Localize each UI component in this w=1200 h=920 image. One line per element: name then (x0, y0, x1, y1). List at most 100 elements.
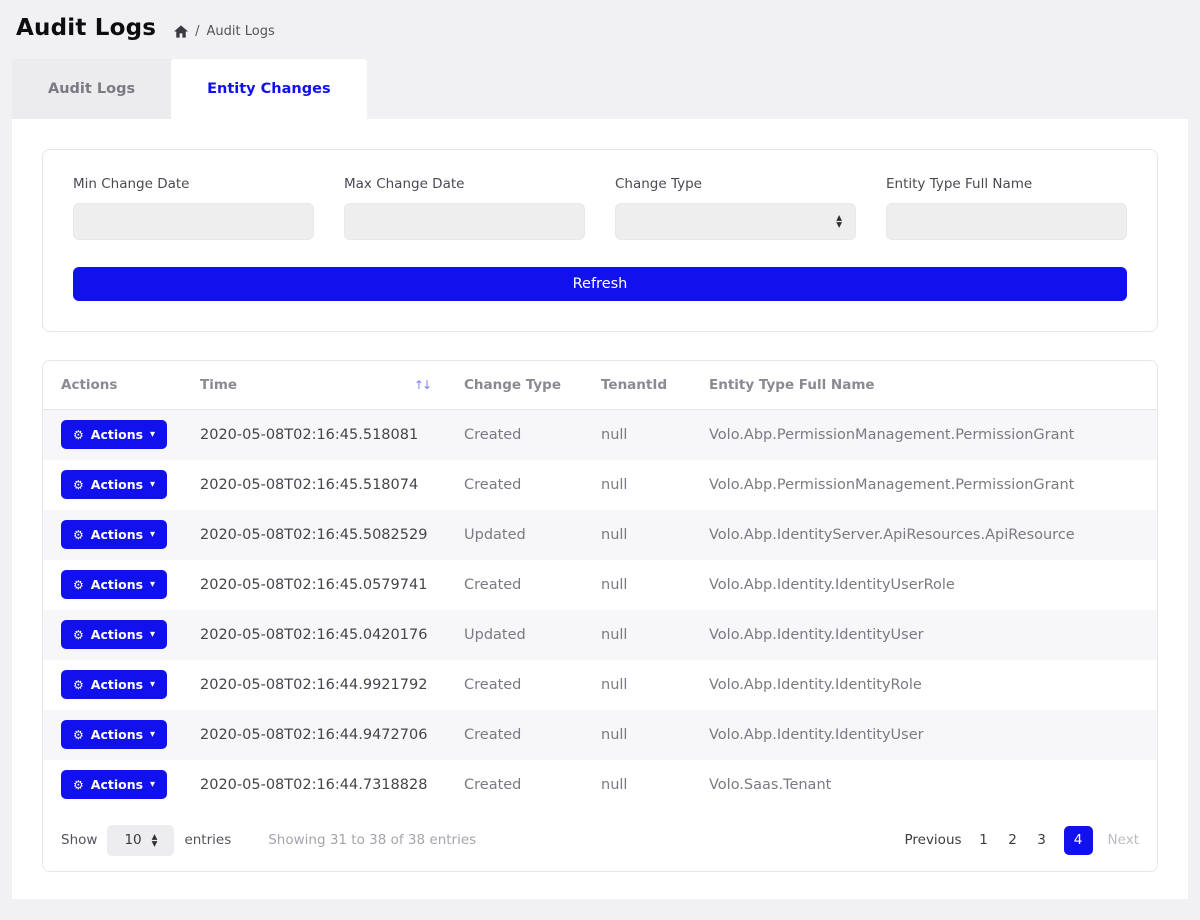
cell-entity-type: Volo.Abp.IdentityServer.ApiResources.Api… (699, 510, 1157, 560)
cell-entity-type: Volo.Saas.Tenant (699, 760, 1157, 810)
row-actions-button[interactable]: ⚙Actions▾ (61, 770, 167, 799)
sort-icon[interactable]: ↑↓ (414, 378, 430, 392)
cell-change-type: Created (454, 410, 591, 460)
pagination: Previous 1 2 3 4 Next (904, 826, 1139, 855)
cell-time: 2020-05-08T02:16:44.9472706 (190, 710, 454, 760)
filter-field-change-type: Change Type ▲▼ (615, 176, 856, 240)
min-change-date-input[interactable] (73, 203, 314, 240)
tab-bar: Audit Logs Entity Changes (12, 59, 1188, 119)
caret-down-icon: ▾ (150, 480, 155, 490)
table-header-row: Actions Time ↑↓ Change Type TenantId Ent… (43, 361, 1157, 410)
pagination-page-1[interactable]: 1 (977, 832, 991, 848)
filter-field-entity-type-full-name: Entity Type Full Name (886, 176, 1127, 240)
change-type-select[interactable]: ▲▼ (615, 203, 856, 240)
cell-change-type: Created (454, 460, 591, 510)
cell-change-type: Created (454, 560, 591, 610)
page-title: Audit Logs (16, 15, 156, 41)
page-size-select[interactable]: 10 ▲▼ (107, 825, 174, 856)
caret-down-icon: ▾ (150, 630, 155, 640)
table-footer: Show 10 ▲▼ entries Showing 31 to 38 of 3… (43, 810, 1157, 871)
filter-field-min-change-date: Min Change Date (73, 176, 314, 240)
showing-entries-status: Showing 31 to 38 of 38 entries (268, 832, 476, 848)
cell-change-type: Created (454, 710, 591, 760)
entity-changes-table: Actions Time ↑↓ Change Type TenantId Ent… (43, 361, 1157, 810)
page-size-value: 10 (124, 832, 141, 848)
breadcrumb-current: Audit Logs (207, 24, 275, 39)
filter-field-max-change-date: Max Change Date (344, 176, 585, 240)
cell-tenant-id: null (591, 510, 699, 560)
pagination-next[interactable]: Next (1108, 832, 1139, 848)
pagination-page-4-active[interactable]: 4 (1064, 826, 1093, 855)
row-actions-button[interactable]: ⚙Actions▾ (61, 720, 167, 749)
cell-tenant-id: null (591, 560, 699, 610)
cell-time: 2020-05-08T02:16:45.518074 (190, 460, 454, 510)
row-actions-button[interactable]: ⚙Actions▾ (61, 470, 167, 499)
caret-down-icon: ▾ (150, 780, 155, 790)
filter-row: Min Change Date Max Change Date Change T… (73, 176, 1127, 240)
row-actions-button[interactable]: ⚙Actions▾ (61, 670, 167, 699)
gear-icon: ⚙ (73, 529, 84, 541)
cell-time: 2020-05-08T02:16:45.0579741 (190, 560, 454, 610)
show-label: Show (61, 832, 97, 848)
row-actions-button[interactable]: ⚙Actions▾ (61, 420, 167, 449)
breadcrumb: / Audit Logs (174, 18, 275, 39)
cell-entity-type: Volo.Abp.Identity.IdentityUserRole (699, 560, 1157, 610)
row-actions-button[interactable]: ⚙Actions▾ (61, 620, 167, 649)
cell-tenant-id: null (591, 610, 699, 660)
table-row: ⚙Actions▾ 2020-05-08T02:16:44.7318828 Cr… (43, 760, 1157, 810)
caret-down-icon: ▾ (150, 530, 155, 540)
table-row: ⚙Actions▾ 2020-05-08T02:16:45.0420176 Up… (43, 610, 1157, 660)
pagination-page-3[interactable]: 3 (1035, 832, 1049, 848)
cell-change-type: Updated (454, 510, 591, 560)
entity-changes-tab-content: Min Change Date Max Change Date Change T… (12, 119, 1188, 899)
entity-type-full-name-label: Entity Type Full Name (886, 176, 1127, 192)
table-row: ⚙Actions▾ 2020-05-08T02:16:45.5082529 Up… (43, 510, 1157, 560)
cell-change-type: Updated (454, 610, 591, 660)
page-header: Audit Logs / Audit Logs (0, 0, 1200, 51)
pagination-previous[interactable]: Previous (904, 832, 961, 848)
cell-tenant-id: null (591, 760, 699, 810)
pagination-page-2[interactable]: 2 (1006, 832, 1020, 848)
cell-entity-type: Volo.Abp.PermissionManagement.Permission… (699, 410, 1157, 460)
change-type-label: Change Type (615, 176, 856, 192)
main-panel: Audit Logs Entity Changes Min Change Dat… (12, 59, 1188, 899)
column-header-time-label: Time (200, 377, 237, 393)
table-row: ⚙Actions▾ 2020-05-08T02:16:45.518081 Cre… (43, 410, 1157, 460)
column-header-time[interactable]: Time ↑↓ (190, 361, 454, 410)
cell-entity-type: Volo.Abp.Identity.IdentityUser (699, 710, 1157, 760)
cell-time: 2020-05-08T02:16:44.9921792 (190, 660, 454, 710)
refresh-button[interactable]: Refresh (73, 267, 1127, 301)
entries-label: entries (184, 832, 231, 848)
max-change-date-label: Max Change Date (344, 176, 585, 192)
cell-entity-type: Volo.Abp.Identity.IdentityUser (699, 610, 1157, 660)
entity-changes-table-card: Actions Time ↑↓ Change Type TenantId Ent… (42, 360, 1158, 872)
select-arrows-icon: ▲▼ (152, 834, 158, 847)
tab-entity-changes[interactable]: Entity Changes (171, 59, 366, 119)
cell-time: 2020-05-08T02:16:45.5082529 (190, 510, 454, 560)
select-arrows-icon: ▲▼ (836, 215, 842, 228)
cell-time: 2020-05-08T02:16:45.518081 (190, 410, 454, 460)
breadcrumb-separator: / (195, 24, 199, 39)
entity-type-full-name-input[interactable] (886, 203, 1127, 240)
caret-down-icon: ▾ (150, 580, 155, 590)
column-header-change-type: Change Type (454, 361, 591, 410)
home-icon[interactable] (174, 25, 188, 38)
cell-tenant-id: null (591, 710, 699, 760)
gear-icon: ⚙ (73, 679, 84, 691)
row-actions-button[interactable]: ⚙Actions▾ (61, 520, 167, 549)
max-change-date-input[interactable] (344, 203, 585, 240)
gear-icon: ⚙ (73, 479, 84, 491)
gear-icon: ⚙ (73, 779, 84, 791)
min-change-date-label: Min Change Date (73, 176, 314, 192)
cell-tenant-id: null (591, 410, 699, 460)
cell-change-type: Created (454, 660, 591, 710)
cell-change-type: Created (454, 760, 591, 810)
row-actions-button[interactable]: ⚙Actions▾ (61, 570, 167, 599)
cell-time: 2020-05-08T02:16:45.0420176 (190, 610, 454, 660)
column-header-tenant-id: TenantId (591, 361, 699, 410)
cell-time: 2020-05-08T02:16:44.7318828 (190, 760, 454, 810)
cell-entity-type: Volo.Abp.PermissionManagement.Permission… (699, 460, 1157, 510)
table-row: ⚙Actions▾ 2020-05-08T02:16:44.9921792 Cr… (43, 660, 1157, 710)
table-row: ⚙Actions▾ 2020-05-08T02:16:45.518074 Cre… (43, 460, 1157, 510)
tab-audit-logs[interactable]: Audit Logs (12, 59, 171, 119)
